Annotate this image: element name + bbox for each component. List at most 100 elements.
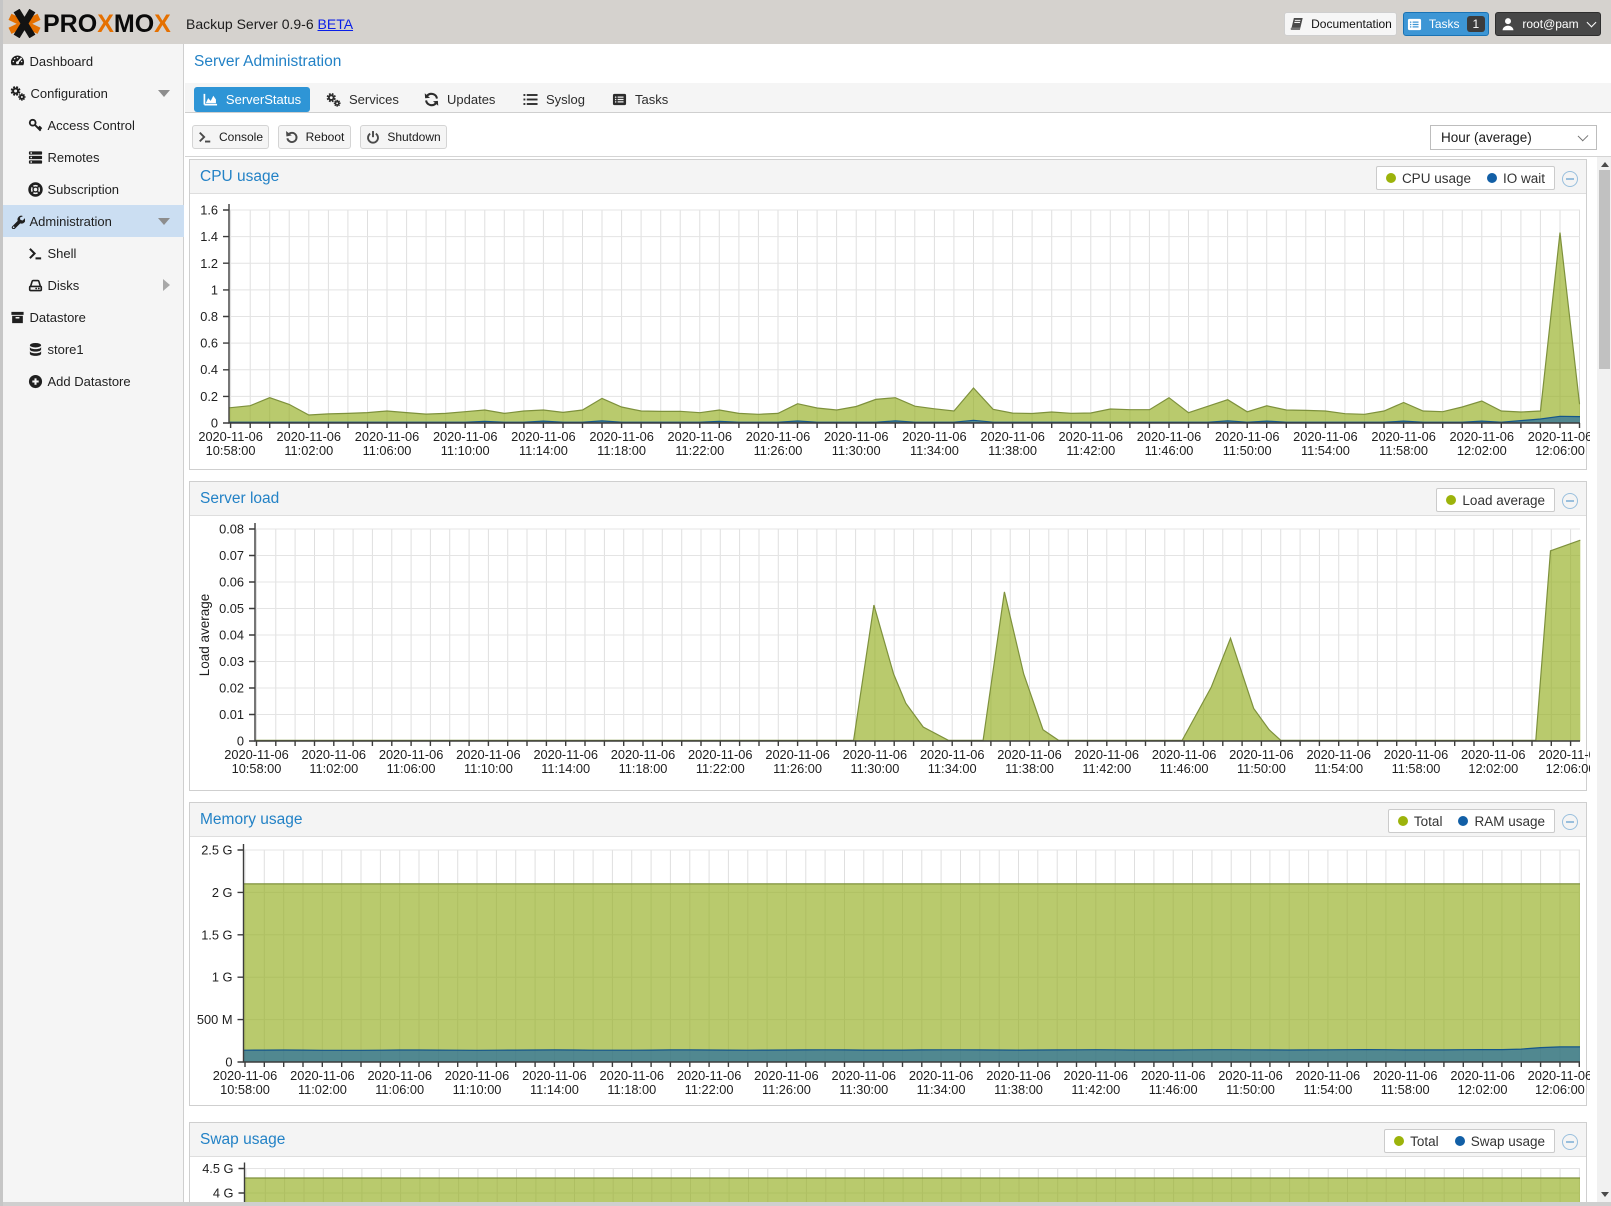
svg-text:11:14:00: 11:14:00: [541, 761, 590, 776]
svg-text:2020-11-06: 2020-11-06: [511, 429, 576, 444]
svg-text:0.6: 0.6: [200, 336, 218, 351]
svg-text:1: 1: [211, 282, 218, 297]
svg-text:2020-11-06: 2020-11-06: [611, 747, 676, 762]
svg-text:2020-11-06: 2020-11-06: [909, 1068, 974, 1083]
svg-text:2020-11-06: 2020-11-06: [456, 747, 521, 762]
svg-text:2.5 G: 2.5 G: [201, 843, 232, 858]
svg-text:2020-11-06: 2020-11-06: [290, 1068, 355, 1083]
svg-text:11:14:00: 11:14:00: [530, 1082, 579, 1097]
svg-text:2020-11-06: 2020-11-06: [1296, 1068, 1361, 1083]
svg-text:11:06:00: 11:06:00: [375, 1082, 424, 1097]
svg-text:11:50:00: 11:50:00: [1226, 1082, 1275, 1097]
svg-text:2020-11-06: 2020-11-06: [1371, 429, 1436, 444]
svg-text:11:18:00: 11:18:00: [597, 443, 646, 458]
svg-text:11:50:00: 11:50:00: [1223, 443, 1272, 458]
svg-text:11:54:00: 11:54:00: [1314, 761, 1363, 776]
svg-text:11:10:00: 11:10:00: [464, 761, 513, 776]
svg-text:500 M: 500 M: [197, 1012, 233, 1027]
svg-text:2020-11-06: 2020-11-06: [746, 429, 811, 444]
svg-text:2020-11-06: 2020-11-06: [997, 747, 1062, 762]
svg-text:2020-11-06: 2020-11-06: [668, 429, 733, 444]
svg-text:2020-11-06: 2020-11-06: [533, 747, 598, 762]
svg-text:2020-11-06: 2020-11-06: [902, 429, 967, 444]
svg-text:0.4: 0.4: [200, 362, 218, 377]
svg-text:12:06:00: 12:06:00: [1546, 761, 1590, 776]
svg-text:2020-11-06: 2020-11-06: [1450, 429, 1515, 444]
svg-text:11:58:00: 11:58:00: [1381, 1082, 1430, 1097]
svg-text:12:06:00: 12:06:00: [1535, 443, 1585, 458]
svg-text:11:34:00: 11:34:00: [917, 1082, 966, 1097]
svg-text:11:34:00: 11:34:00: [928, 761, 977, 776]
svg-text:2020-11-06: 2020-11-06: [1461, 747, 1526, 762]
svg-text:2020-11-06: 2020-11-06: [1538, 747, 1590, 762]
svg-text:2020-11-06: 2020-11-06: [1141, 1068, 1206, 1083]
svg-text:2020-11-06: 2020-11-06: [1306, 747, 1371, 762]
svg-text:2020-11-06: 2020-11-06: [1064, 1068, 1129, 1083]
svg-text:11:02:00: 11:02:00: [309, 761, 358, 776]
svg-text:11:10:00: 11:10:00: [453, 1082, 502, 1097]
svg-text:11:38:00: 11:38:00: [994, 1082, 1043, 1097]
svg-text:2020-11-06: 2020-11-06: [1218, 1068, 1283, 1083]
svg-text:2020-11-06: 2020-11-06: [920, 747, 985, 762]
svg-text:11:54:00: 11:54:00: [1303, 1082, 1352, 1097]
svg-text:2020-11-06: 2020-11-06: [1373, 1068, 1438, 1083]
svg-text:11:30:00: 11:30:00: [832, 443, 881, 458]
svg-text:2020-11-06: 2020-11-06: [589, 429, 654, 444]
svg-text:11:38:00: 11:38:00: [1005, 761, 1054, 776]
svg-text:10:58:00: 10:58:00: [232, 761, 282, 776]
svg-text:2020-11-06: 2020-11-06: [843, 747, 908, 762]
svg-text:11:18:00: 11:18:00: [619, 761, 668, 776]
svg-text:11:02:00: 11:02:00: [284, 443, 333, 458]
svg-text:10:58:00: 10:58:00: [220, 1082, 270, 1097]
svg-text:11:46:00: 11:46:00: [1160, 761, 1209, 776]
svg-text:2020-11-06: 2020-11-06: [198, 429, 263, 444]
svg-text:11:38:00: 11:38:00: [988, 443, 1037, 458]
svg-text:11:06:00: 11:06:00: [387, 761, 436, 776]
svg-text:2020-11-06: 2020-11-06: [1450, 1068, 1515, 1083]
svg-text:11:10:00: 11:10:00: [441, 443, 490, 458]
svg-text:2020-11-06: 2020-11-06: [1152, 747, 1217, 762]
svg-text:0.05: 0.05: [219, 601, 244, 616]
svg-text:2 G: 2 G: [212, 885, 233, 900]
svg-text:11:54:00: 11:54:00: [1301, 443, 1350, 458]
svg-text:2020-11-06: 2020-11-06: [355, 429, 420, 444]
svg-text:2020-11-06: 2020-11-06: [1059, 429, 1124, 444]
svg-text:2020-11-06: 2020-11-06: [522, 1068, 587, 1083]
svg-text:11:50:00: 11:50:00: [1237, 761, 1286, 776]
svg-text:0.03: 0.03: [219, 654, 244, 669]
svg-text:11:30:00: 11:30:00: [850, 761, 899, 776]
svg-text:Load average: Load average: [197, 594, 212, 677]
svg-text:11:02:00: 11:02:00: [298, 1082, 347, 1097]
svg-text:2020-11-06: 2020-11-06: [754, 1068, 819, 1083]
svg-text:2020-11-06: 2020-11-06: [980, 429, 1045, 444]
svg-text:0.8: 0.8: [200, 309, 218, 324]
svg-text:11:14:00: 11:14:00: [519, 443, 568, 458]
svg-text:2020-11-06: 2020-11-06: [1075, 747, 1140, 762]
svg-text:2020-11-06: 2020-11-06: [765, 747, 830, 762]
svg-text:11:30:00: 11:30:00: [839, 1082, 888, 1097]
svg-text:2020-11-06: 2020-11-06: [302, 747, 367, 762]
svg-text:2020-11-06: 2020-11-06: [986, 1068, 1051, 1083]
svg-text:11:58:00: 11:58:00: [1392, 761, 1441, 776]
svg-text:2020-11-06: 2020-11-06: [832, 1068, 897, 1083]
svg-text:11:22:00: 11:22:00: [675, 443, 724, 458]
svg-text:11:58:00: 11:58:00: [1379, 443, 1428, 458]
svg-text:2020-11-06: 2020-11-06: [1229, 747, 1294, 762]
svg-text:11:06:00: 11:06:00: [363, 443, 412, 458]
svg-text:11:26:00: 11:26:00: [773, 761, 822, 776]
svg-text:2020-11-06: 2020-11-06: [600, 1068, 665, 1083]
svg-text:2020-11-06: 2020-11-06: [677, 1068, 742, 1083]
svg-text:0.2: 0.2: [200, 389, 218, 404]
svg-text:2020-11-06: 2020-11-06: [1528, 429, 1590, 444]
svg-text:12:06:00: 12:06:00: [1535, 1082, 1585, 1097]
svg-text:0.02: 0.02: [219, 681, 244, 696]
svg-text:1 G: 1 G: [212, 970, 233, 985]
svg-text:11:46:00: 11:46:00: [1145, 443, 1194, 458]
svg-text:0.06: 0.06: [219, 575, 244, 590]
svg-text:11:22:00: 11:22:00: [696, 761, 745, 776]
svg-text:10:58:00: 10:58:00: [206, 443, 256, 458]
svg-text:12:02:00: 12:02:00: [1458, 1082, 1508, 1097]
svg-text:0.08: 0.08: [219, 522, 244, 537]
svg-text:1.2: 1.2: [200, 256, 218, 271]
svg-text:11:42:00: 11:42:00: [1066, 443, 1115, 458]
